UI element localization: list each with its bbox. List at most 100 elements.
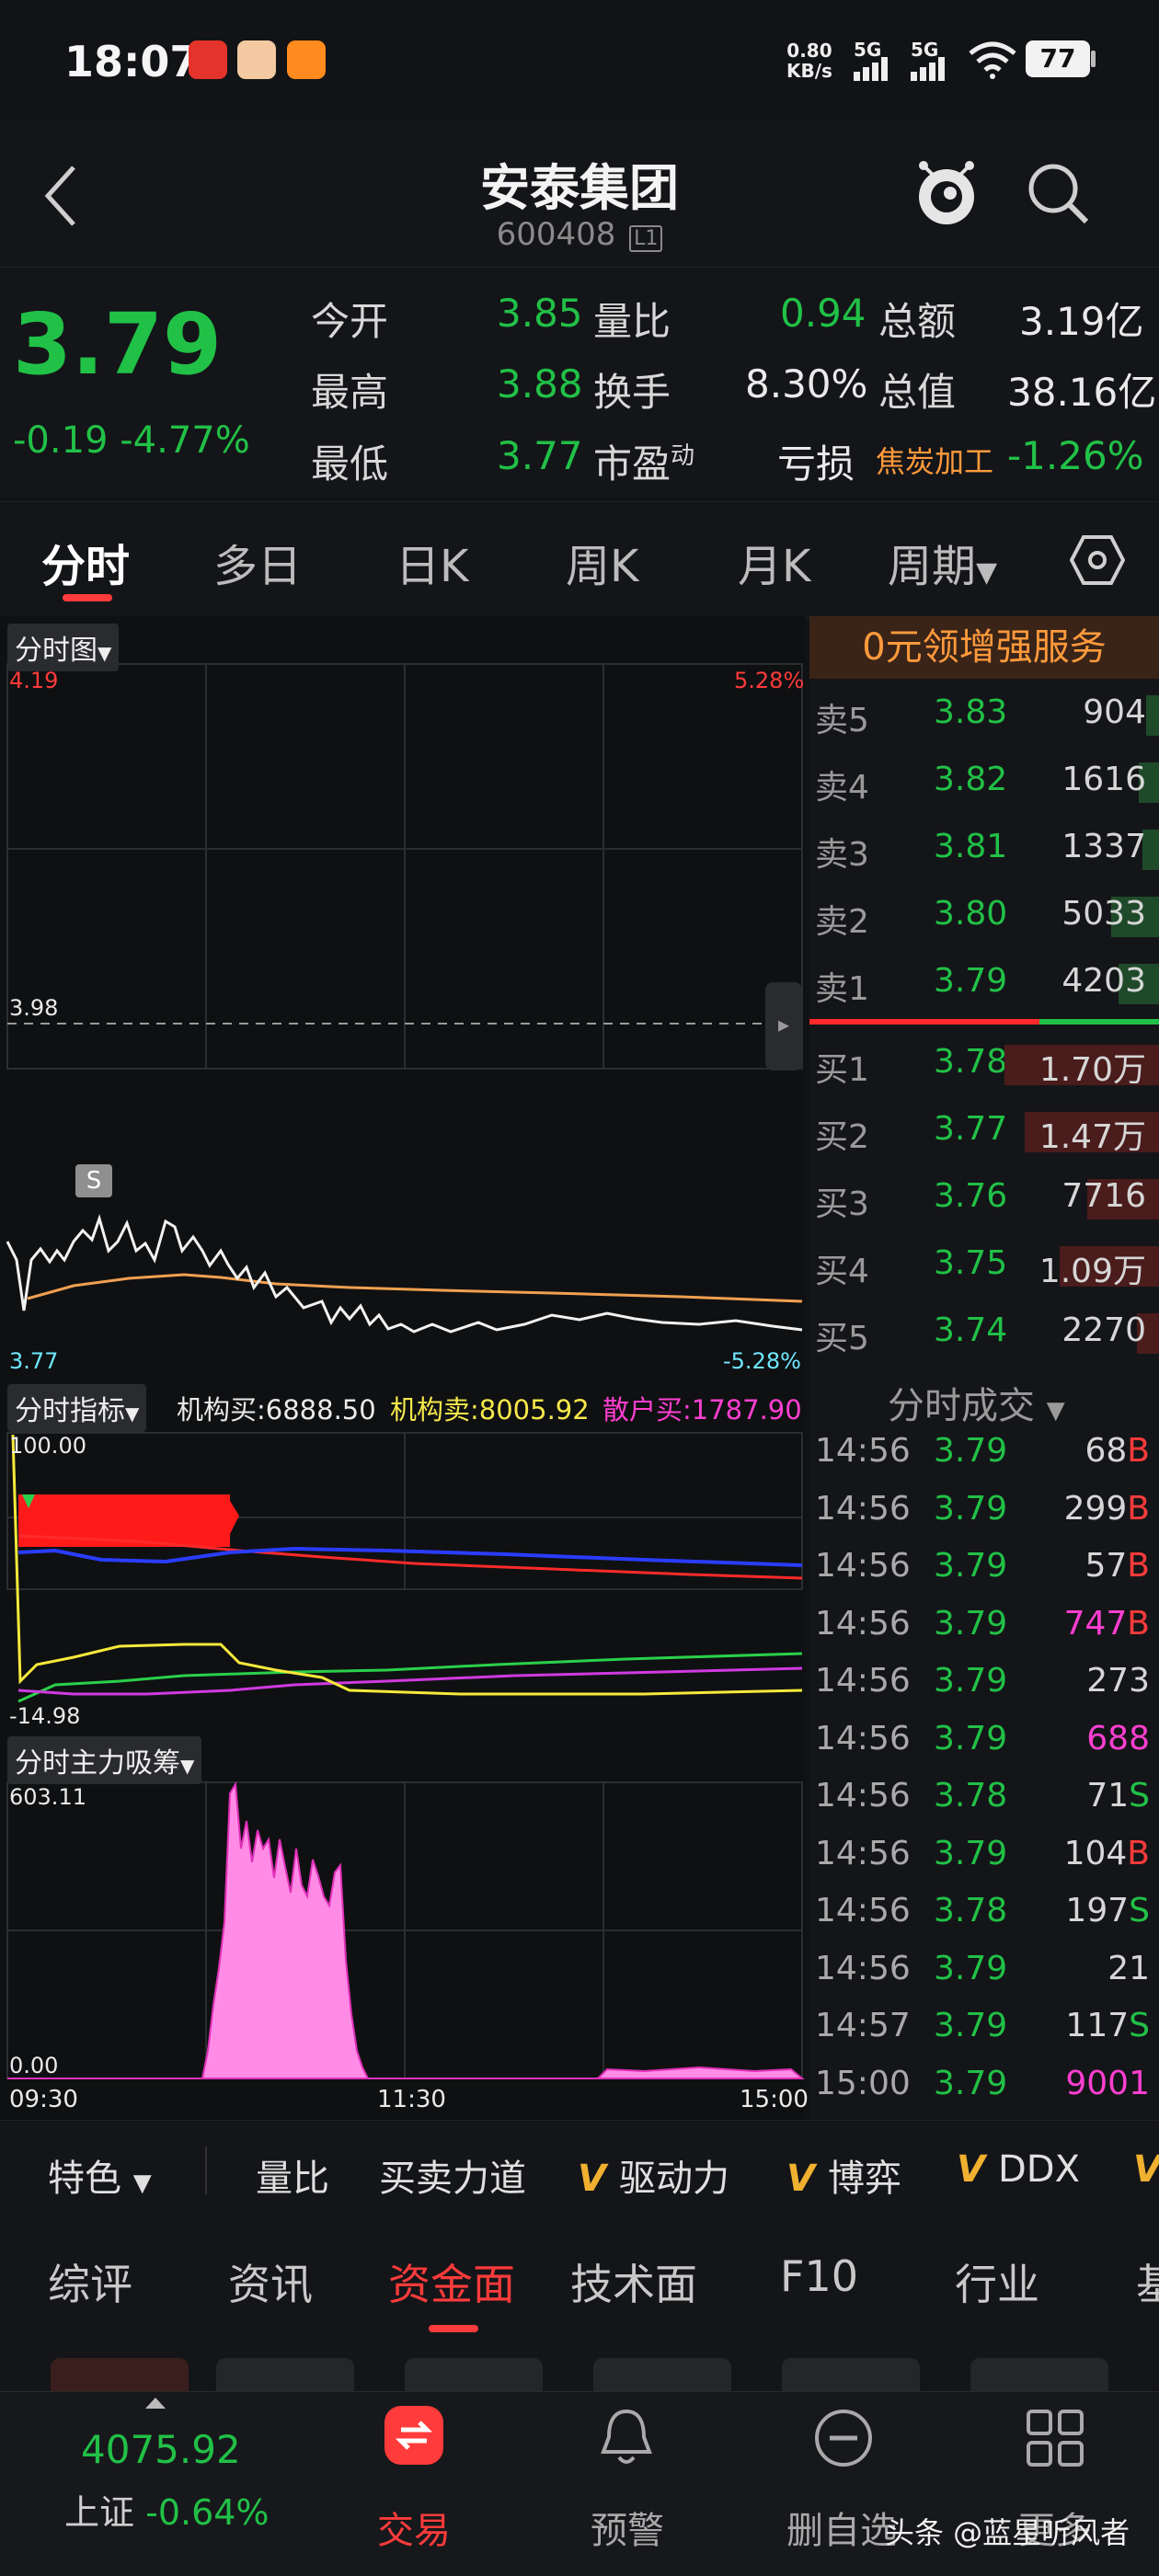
time-end: 15:00 (740, 2086, 809, 2113)
chart-area[interactable]: 分时图▼ 4.19 5.28% 3.98 3.77 -5.28% S ▸ 分时指… (0, 616, 809, 2120)
bid-row-3: 买3 3.76 7716 (809, 1164, 1159, 1229)
trade-row: 14:56 3.79 273 (809, 1653, 1159, 1710)
special-selector[interactable]: 特色 ▼ (48, 2148, 152, 2202)
chevron-right-icon: ▸ (777, 1012, 790, 1037)
chip[interactable] (405, 2358, 543, 2391)
ind-axis-bottom: -14.98 (9, 1703, 81, 1729)
nav-trade[interactable]: 交易 (331, 2501, 497, 2554)
trade-row: 14:56 3.79 104B (809, 1826, 1159, 1883)
value-high: 3.88 (497, 361, 583, 406)
tab-monthly-k[interactable]: 月K (738, 530, 810, 594)
indicator-buy-sell-force[interactable]: 买卖力道 (379, 2148, 526, 2202)
chip[interactable] (782, 2358, 920, 2391)
ask-row-4: 卖4 3.82 1616 (809, 748, 1159, 812)
indicator-driving-force[interactable]: V 驱动力 (578, 2148, 729, 2202)
search-icon[interactable] (1026, 161, 1092, 227)
battery-tip (1091, 51, 1096, 67)
trades-selector[interactable]: 分时成交 ▼ (888, 1376, 1065, 1429)
subtab-industry[interactable]: 行业 (955, 2251, 1039, 2312)
tab-indicator (63, 594, 112, 601)
trade-price: 3.79 (934, 1834, 1008, 1872)
axis-prev-close: 3.98 (9, 995, 59, 1021)
chip[interactable] (216, 2358, 354, 2391)
dropdown-icon: ▼ (976, 556, 998, 589)
indicator-more[interactable]: V (1133, 2148, 1159, 2191)
subtab-more[interactable]: 基 (1136, 2251, 1159, 2312)
trade-row: 15:00 3.79 9001 (809, 2055, 1159, 2112)
trade-price: 3.79 (934, 2007, 1008, 2044)
battery-icon: 77 (1026, 40, 1090, 77)
bell-icon[interactable] (596, 2406, 657, 2470)
ask-row-5: 卖5 3.83 904 (809, 681, 1159, 745)
trade-icon[interactable] (384, 2406, 443, 2465)
nav-alert[interactable]: 预警 (545, 2501, 710, 2554)
period-tabs: 分时 多日 日K 周K 月K 周期▼ (0, 501, 1159, 618)
mascot-icon[interactable] (911, 156, 982, 230)
indicator-strip: 特色 ▼ 量比 买卖力道 V 驱动力 V 博弈 V DDX V (0, 2120, 1159, 2218)
ind-institution-sell: 机构卖:8005.92 (390, 1394, 590, 1425)
indicator-ddx[interactable]: V DDX (957, 2148, 1080, 2191)
tab-intraday[interactable]: 分时 (41, 530, 130, 594)
signal-bars-icon (854, 57, 888, 81)
chip-active[interactable] (51, 2358, 189, 2391)
value-market-cap: 38.16亿 (1007, 370, 1157, 415)
signal-bars-icon (911, 57, 945, 81)
dropdown-icon: ▼ (1046, 1397, 1065, 1425)
axis-pct-high: 5.28% (734, 668, 805, 693)
chart-type-selector[interactable]: 分时图▼ (7, 624, 120, 671)
flow-selector[interactable]: 分时主力吸筹▼ (7, 1736, 202, 1784)
trade-price: 3.79 (934, 1604, 1008, 1643)
chip[interactable] (970, 2358, 1108, 2391)
grid-more-icon[interactable] (1023, 2406, 1087, 2470)
subtab-f10[interactable]: F10 (780, 2251, 858, 2301)
dropdown-icon: ▼ (98, 642, 112, 664)
subtab-news[interactable]: 资讯 (228, 2251, 313, 2312)
trade-volume: 21 (1107, 1949, 1150, 1987)
index-info[interactable]: 上证 -0.64% (64, 2484, 270, 2535)
content-tabs: 综评 资讯 资金面 技术面 F10 行业 基 (0, 2216, 1159, 2336)
trade-time: 14:56 (815, 1547, 911, 1585)
value-amount: 3.19亿 (1019, 299, 1144, 344)
trade-row: 14:56 3.79 747B (809, 1596, 1159, 1653)
trade-price: 3.79 (934, 1547, 1008, 1585)
label-turnover: 换手 (593, 370, 671, 415)
industry-name[interactable]: 焦炭加工 (876, 439, 993, 481)
settings-hexagon-icon[interactable] (1070, 534, 1125, 586)
ask-row-3: 卖3 3.81 1337 (809, 815, 1159, 879)
trade-volume: 688 (1086, 1719, 1150, 1757)
flow-axis-top: 603.11 (9, 1784, 86, 1810)
value-pe: 亏损 (777, 441, 855, 487)
status-bar: 18:07 0.80 KB/s 5G 5G 77 (0, 0, 1159, 120)
ind-retail-buy: 散户买:1787.90 (602, 1394, 802, 1425)
trade-row: 14:56 3.79 299B (809, 1481, 1159, 1538)
promo-banner[interactable]: 0元领增强服务 (809, 616, 1159, 679)
indicator-selector[interactable]: 分时指标▼ (7, 1384, 147, 1432)
label-market-cap: 总值 (878, 370, 957, 415)
tab-period[interactable]: 周期▼ (888, 530, 997, 594)
trade-row: 14:56 3.78 197S (809, 1883, 1159, 1940)
trade-volume: 197S (1065, 1892, 1150, 1929)
sell-marker[interactable]: S (75, 1164, 112, 1197)
bid-row-2: 买2 3.77 1.47万 (809, 1097, 1159, 1162)
wifi-icon (969, 41, 1016, 79)
chip[interactable] (593, 2358, 731, 2391)
indicator-volume-ratio[interactable]: 量比 (256, 2148, 329, 2202)
index-value[interactable]: 4075.92 (81, 2427, 241, 2472)
trade-volume: 117S (1065, 2007, 1150, 2044)
red-line (17, 1534, 803, 1580)
tab-weekly-k[interactable]: 周K (566, 530, 638, 594)
trade-time: 14:56 (815, 1432, 911, 1470)
collapse-handle[interactable]: ▸ (765, 982, 802, 1070)
tab-daily-k[interactable]: 日K (396, 530, 468, 594)
trade-volume: 71S (1086, 1777, 1150, 1815)
indicator-game[interactable]: V 博弈 (786, 2148, 901, 2202)
subtab-overview[interactable]: 综评 (48, 2251, 132, 2312)
tab-multi-day[interactable]: 多日 (213, 530, 302, 594)
remove-watchlist-icon[interactable] (811, 2406, 876, 2470)
caret-up-icon[interactable] (143, 2396, 167, 2410)
chart-svg (6, 663, 805, 2079)
subtab-technical[interactable]: 技术面 (570, 2251, 697, 2312)
subtab-fund-flow[interactable]: 资金面 (388, 2251, 515, 2312)
trade-time: 14:56 (815, 1949, 911, 1987)
level-badge: L1 (629, 225, 663, 252)
